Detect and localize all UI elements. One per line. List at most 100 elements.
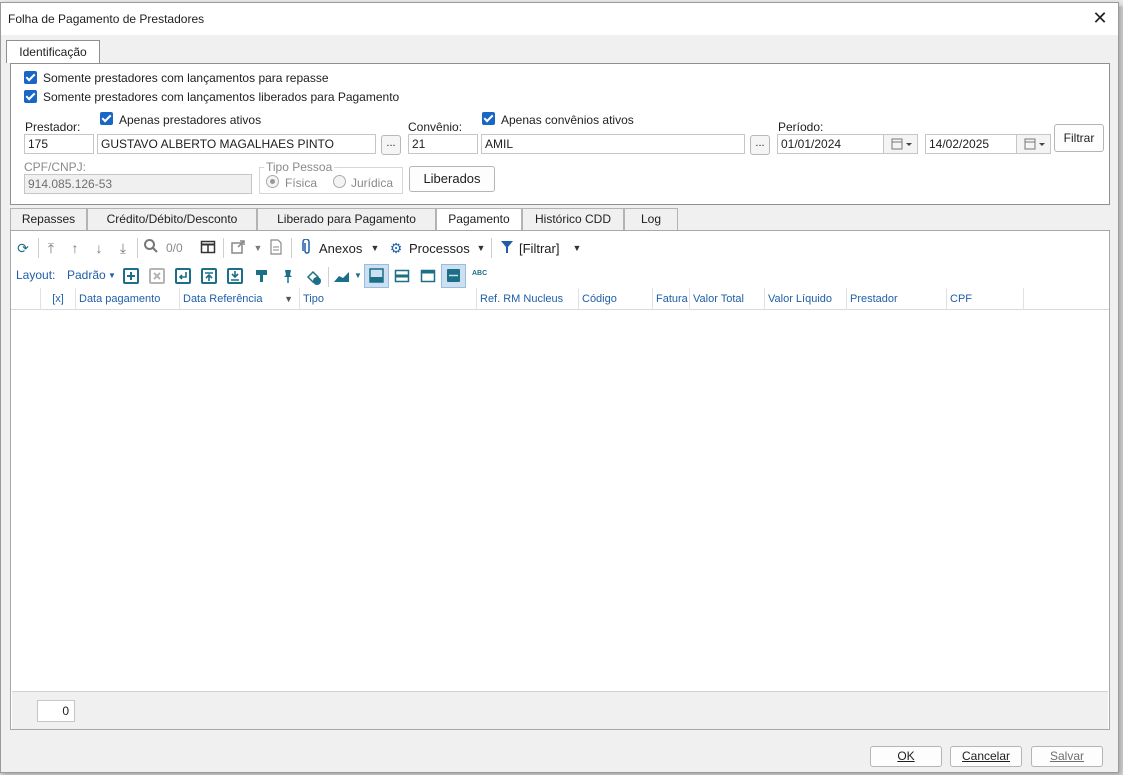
grid-style-1-toggle[interactable]	[364, 264, 389, 288]
close-icon[interactable]: ✕	[1088, 7, 1112, 31]
grid-style-2-icon[interactable]	[393, 268, 411, 286]
refresh-icon[interactable]: ⟳	[14, 239, 32, 257]
calendar-dropdown-icon[interactable]	[883, 135, 917, 153]
columns-icon[interactable]	[199, 239, 217, 257]
tab-repasses[interactable]: Repasses	[10, 208, 87, 231]
processos-dropdown-icon[interactable]: ▼	[472, 239, 490, 257]
column-tipo[interactable]: Tipo	[300, 288, 477, 310]
tab-identificacao[interactable]: Identificação	[6, 40, 100, 63]
column-data-pagamento[interactable]: Data pagamento	[76, 288, 180, 310]
processos-menu[interactable]: Processos	[409, 241, 470, 256]
filtrar-button[interactable]: Filtrar	[1054, 124, 1104, 152]
periodo-end-input[interactable]: 14/02/2025	[925, 134, 1051, 154]
layout-label: Layout:	[16, 268, 56, 282]
layout-select[interactable]: Padrão	[67, 268, 106, 282]
column-fatura[interactable]: Fatura	[653, 288, 690, 310]
column-data-referencia-label: Data Referência	[183, 293, 263, 305]
periodo-start-input[interactable]: 01/01/2024	[777, 134, 918, 154]
anexos-menu[interactable]: Anexos	[319, 241, 362, 256]
filter-icon[interactable]	[498, 239, 516, 257]
convenio-lookup-button[interactable]: ...	[750, 135, 770, 155]
row-indicator-column	[11, 288, 41, 310]
cpf-label: CPF/CNPJ:	[24, 160, 87, 174]
toolbar-separator	[328, 267, 329, 287]
tab-liberado-pagamento[interactable]: Liberado para Pagamento	[257, 208, 436, 231]
layout-dropdown-icon[interactable]: ▼	[103, 267, 121, 285]
filter-panel: Somente prestadores com lançamentos para…	[10, 63, 1110, 205]
tab-credito-debito[interactable]: Crédito/Débito/Desconto	[87, 208, 257, 231]
convenios-ativos-label: Apenas convênios ativos	[501, 113, 634, 127]
color-fill-icon[interactable]	[305, 268, 323, 286]
title-bar: Folha de Pagamento de Prestadores ✕	[1, 3, 1118, 35]
record-counter: 0/0	[166, 241, 183, 255]
radio-fisica[interactable]	[266, 175, 279, 188]
gear-icon[interactable]: ⚙	[387, 239, 405, 257]
document-icon[interactable]	[267, 239, 285, 257]
move-top-icon[interactable]	[201, 268, 217, 284]
toolbar-separator	[38, 238, 39, 258]
checkbox-liberados-label: Somente prestadores com lançamentos libe…	[43, 90, 400, 104]
calendar-dropdown-icon[interactable]	[1016, 135, 1050, 153]
checkbox-prestadores-ativos[interactable]	[100, 112, 113, 125]
prestador-name-input[interactable]: GUSTAVO ALBERTO MAGALHAES PINTO	[97, 134, 376, 154]
column-codigo[interactable]: Código	[579, 288, 653, 310]
export-dropdown-icon[interactable]: ▼	[249, 239, 267, 257]
column-data-referencia[interactable]: Data Referência ▼	[180, 288, 300, 310]
tab-log[interactable]: Log	[624, 208, 678, 231]
grid-style-3-icon[interactable]	[419, 268, 437, 286]
paint-format-icon[interactable]	[253, 268, 271, 286]
export-icon[interactable]	[229, 239, 247, 257]
toolbar-separator	[291, 238, 292, 258]
pin-icon[interactable]	[279, 268, 297, 286]
ok-button[interactable]: OK	[870, 746, 942, 767]
radio-juridica[interactable]	[333, 175, 346, 188]
convenio-name-input[interactable]: AMIL	[481, 134, 745, 154]
tab-pagamento[interactable]: Pagamento	[436, 208, 522, 232]
save-button[interactable]: Salvar	[1031, 746, 1103, 767]
fisica-label: Física	[285, 176, 318, 190]
tipo-pessoa-label: Tipo Pessoa	[264, 160, 335, 174]
prestador-code-input[interactable]: 175	[24, 134, 94, 154]
column-select-all[interactable]: [x]	[41, 288, 76, 310]
toolbar-separator	[491, 238, 492, 258]
paperclip-icon[interactable]	[298, 238, 316, 257]
cancel-button[interactable]: Cancelar	[950, 746, 1022, 767]
enter-row-icon[interactable]	[175, 268, 191, 284]
column-valor-liquido[interactable]: Valor Líquido	[765, 288, 847, 310]
grid-body[interactable]	[11, 311, 1109, 691]
move-bottom-icon[interactable]	[227, 268, 243, 284]
search-icon[interactable]	[142, 238, 160, 256]
sort-desc-icon: ▼	[284, 294, 293, 304]
periodo-end-value: 14/02/2025	[929, 137, 990, 151]
toolbar-separator	[137, 238, 138, 258]
convenio-label: Convênio:	[408, 120, 463, 134]
prestador-lookup-button[interactable]: ...	[381, 135, 401, 155]
grid-style-4-toggle[interactable]	[441, 264, 466, 288]
checkbox-repasse[interactable]	[24, 71, 37, 84]
last-record-icon[interactable]: ⤓	[114, 239, 132, 257]
liberados-button[interactable]: Liberados	[409, 166, 495, 192]
tab-historico-cdd[interactable]: Histórico CDD	[522, 208, 624, 231]
cpf-input: 914.085.126-53	[24, 174, 252, 194]
periodo-start-value: 01/01/2024	[781, 137, 842, 151]
add-row-icon[interactable]	[123, 268, 139, 284]
first-record-icon[interactable]: ⤒	[42, 239, 60, 257]
column-ref-rm-nucleus[interactable]: Ref. RM Nucleus	[477, 288, 579, 310]
filtrar-dropdown-icon[interactable]: ▼	[568, 239, 586, 257]
delete-row-icon[interactable]	[149, 268, 165, 284]
checkbox-repasse-label: Somente prestadores com lançamentos para…	[43, 71, 329, 85]
column-prestador[interactable]: Prestador	[847, 288, 947, 310]
column-cpf[interactable]: CPF	[947, 288, 1024, 310]
anexos-dropdown-icon[interactable]: ▼	[366, 239, 384, 257]
row-count: 0	[37, 700, 75, 722]
checkbox-liberados[interactable]	[24, 90, 37, 103]
next-record-icon[interactable]: ↓	[90, 239, 108, 257]
convenio-code-input[interactable]: 21	[408, 134, 478, 154]
window-title: Folha de Pagamento de Prestadores	[8, 12, 205, 26]
checkbox-convenios-ativos[interactable]	[482, 112, 495, 125]
filtrar-menu[interactable]: [Filtrar]	[519, 241, 559, 256]
previous-record-icon[interactable]: ↑	[66, 239, 84, 257]
column-valor-total[interactable]: Valor Total	[690, 288, 765, 310]
spellcheck-icon[interactable]: ABC	[472, 270, 487, 277]
pagamento-panel: ⟳ ⤒ ↑ ↓ ⤓ 0/0 ▼ Anexos ▼ ⚙ Processos ▼ […	[10, 230, 1110, 730]
